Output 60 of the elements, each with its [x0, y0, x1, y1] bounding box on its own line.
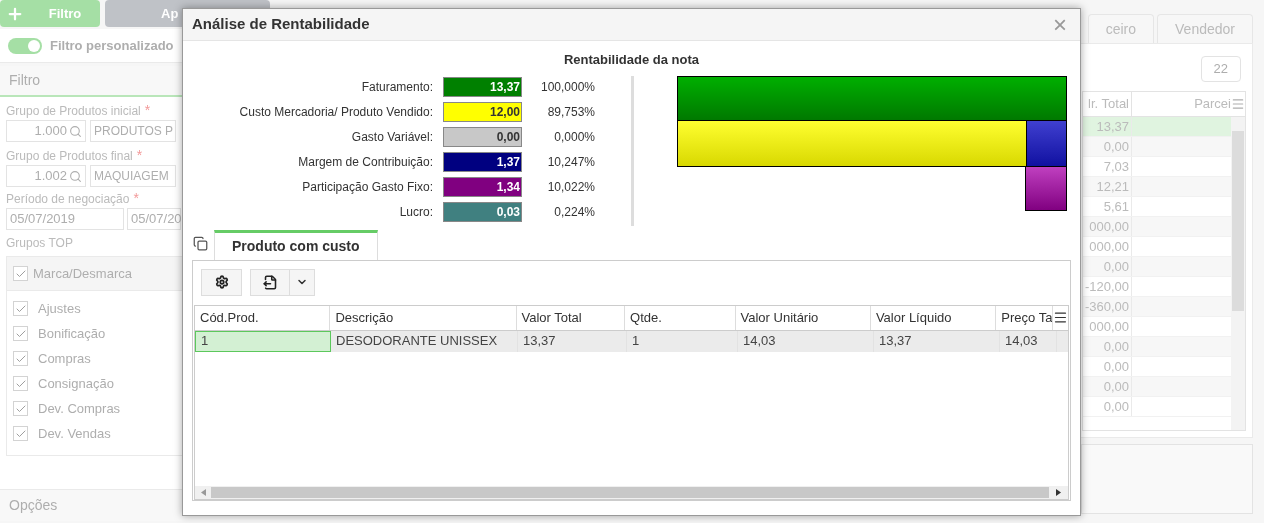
- metric-label: Gasto Variável:: [350, 129, 433, 146]
- table-cell: 0,00: [1083, 137, 1132, 156]
- checkbox-label: Consignação: [38, 374, 114, 393]
- metric-percent: 10,247%: [546, 154, 595, 171]
- section-title: Filtro: [9, 71, 41, 90]
- metric-value: 13,37: [443, 77, 522, 97]
- metric-percent: 89,753%: [546, 104, 595, 121]
- table-cell: 000,00: [1083, 317, 1132, 336]
- table-cell: 0,00: [1083, 257, 1132, 276]
- table-cell: -360,00: [1083, 297, 1132, 316]
- table-cell: 5,61: [1083, 197, 1132, 216]
- metric-label: Lucro:: [398, 204, 433, 221]
- table-cell: -120,00: [1083, 277, 1132, 296]
- table-cell: 0,00: [1083, 357, 1132, 376]
- table-cell: 1: [195, 330, 331, 352]
- field-label: Grupo de Produtos final: [6, 147, 133, 165]
- metric-value: 0,03: [443, 202, 522, 222]
- metric-percent: 0,224%: [553, 204, 595, 221]
- table-cell: 000,00: [1083, 237, 1132, 256]
- section-title: Opções: [9, 496, 58, 515]
- required-mark: *: [133, 189, 139, 208]
- table-cell: 12,21: [1083, 177, 1132, 196]
- required-mark: *: [144, 101, 151, 120]
- metric-label: Custo Mercadoria/ Produto Vendido:: [238, 104, 433, 121]
- metric-label: Faturamento:: [360, 79, 433, 96]
- toggle-label: Filtro personalizado: [50, 36, 174, 55]
- summary-title: Rentabilidade da nota: [563, 51, 700, 69]
- field-label: Período de negociação: [6, 190, 130, 208]
- dialog-title: Análise de Rentabilidade: [192, 14, 371, 35]
- field-label: Grupos TOP: [6, 235, 73, 252]
- field-label: Grupo de Produtos inicial: [6, 102, 141, 120]
- table-cell: 13,37: [874, 330, 1000, 352]
- count-badge: 22: [1200, 56, 1241, 82]
- metric-value: 1,37: [443, 152, 522, 172]
- table-cell: 13,37: [1083, 117, 1132, 136]
- table-cell: 0,00: [1083, 377, 1132, 396]
- metric-percent: 100,000%: [539, 79, 595, 96]
- metric-value: 12,00: [443, 102, 522, 122]
- table-cell: 14,03: [1000, 330, 1057, 352]
- required-mark: *: [136, 146, 143, 165]
- table-cell: 13,37: [518, 330, 627, 352]
- table-cell: 0,00: [1083, 337, 1132, 356]
- checkbox-label: Compras: [38, 349, 91, 368]
- table-cell: 1: [627, 330, 738, 352]
- metric-label: Margem de Contribuição:: [297, 154, 433, 171]
- metric-value: 0,00: [443, 127, 522, 147]
- checkbox-label: Dev. Vendas: [38, 424, 111, 443]
- checkbox-label: Dev. Compras: [38, 399, 121, 418]
- metric-percent: 0,000%: [553, 129, 595, 146]
- table-cell: 0,00: [1083, 397, 1132, 416]
- table-cell: DESODORANTE UNISSEX: [331, 330, 518, 352]
- table-cell: 14,03: [738, 330, 874, 352]
- metric-value: 1,34: [443, 177, 522, 197]
- metric-percent: 10,022%: [546, 179, 595, 196]
- checkbox-label: Marca/Desmarca: [33, 264, 132, 283]
- metric-label: Participação Gasto Fixo:: [301, 179, 433, 196]
- checkbox-label: Bonificação: [38, 324, 106, 343]
- checkbox-label: Ajustes: [38, 299, 81, 318]
- table-cell: 000,00: [1083, 217, 1132, 236]
- table-cell: 7,03: [1083, 157, 1132, 176]
